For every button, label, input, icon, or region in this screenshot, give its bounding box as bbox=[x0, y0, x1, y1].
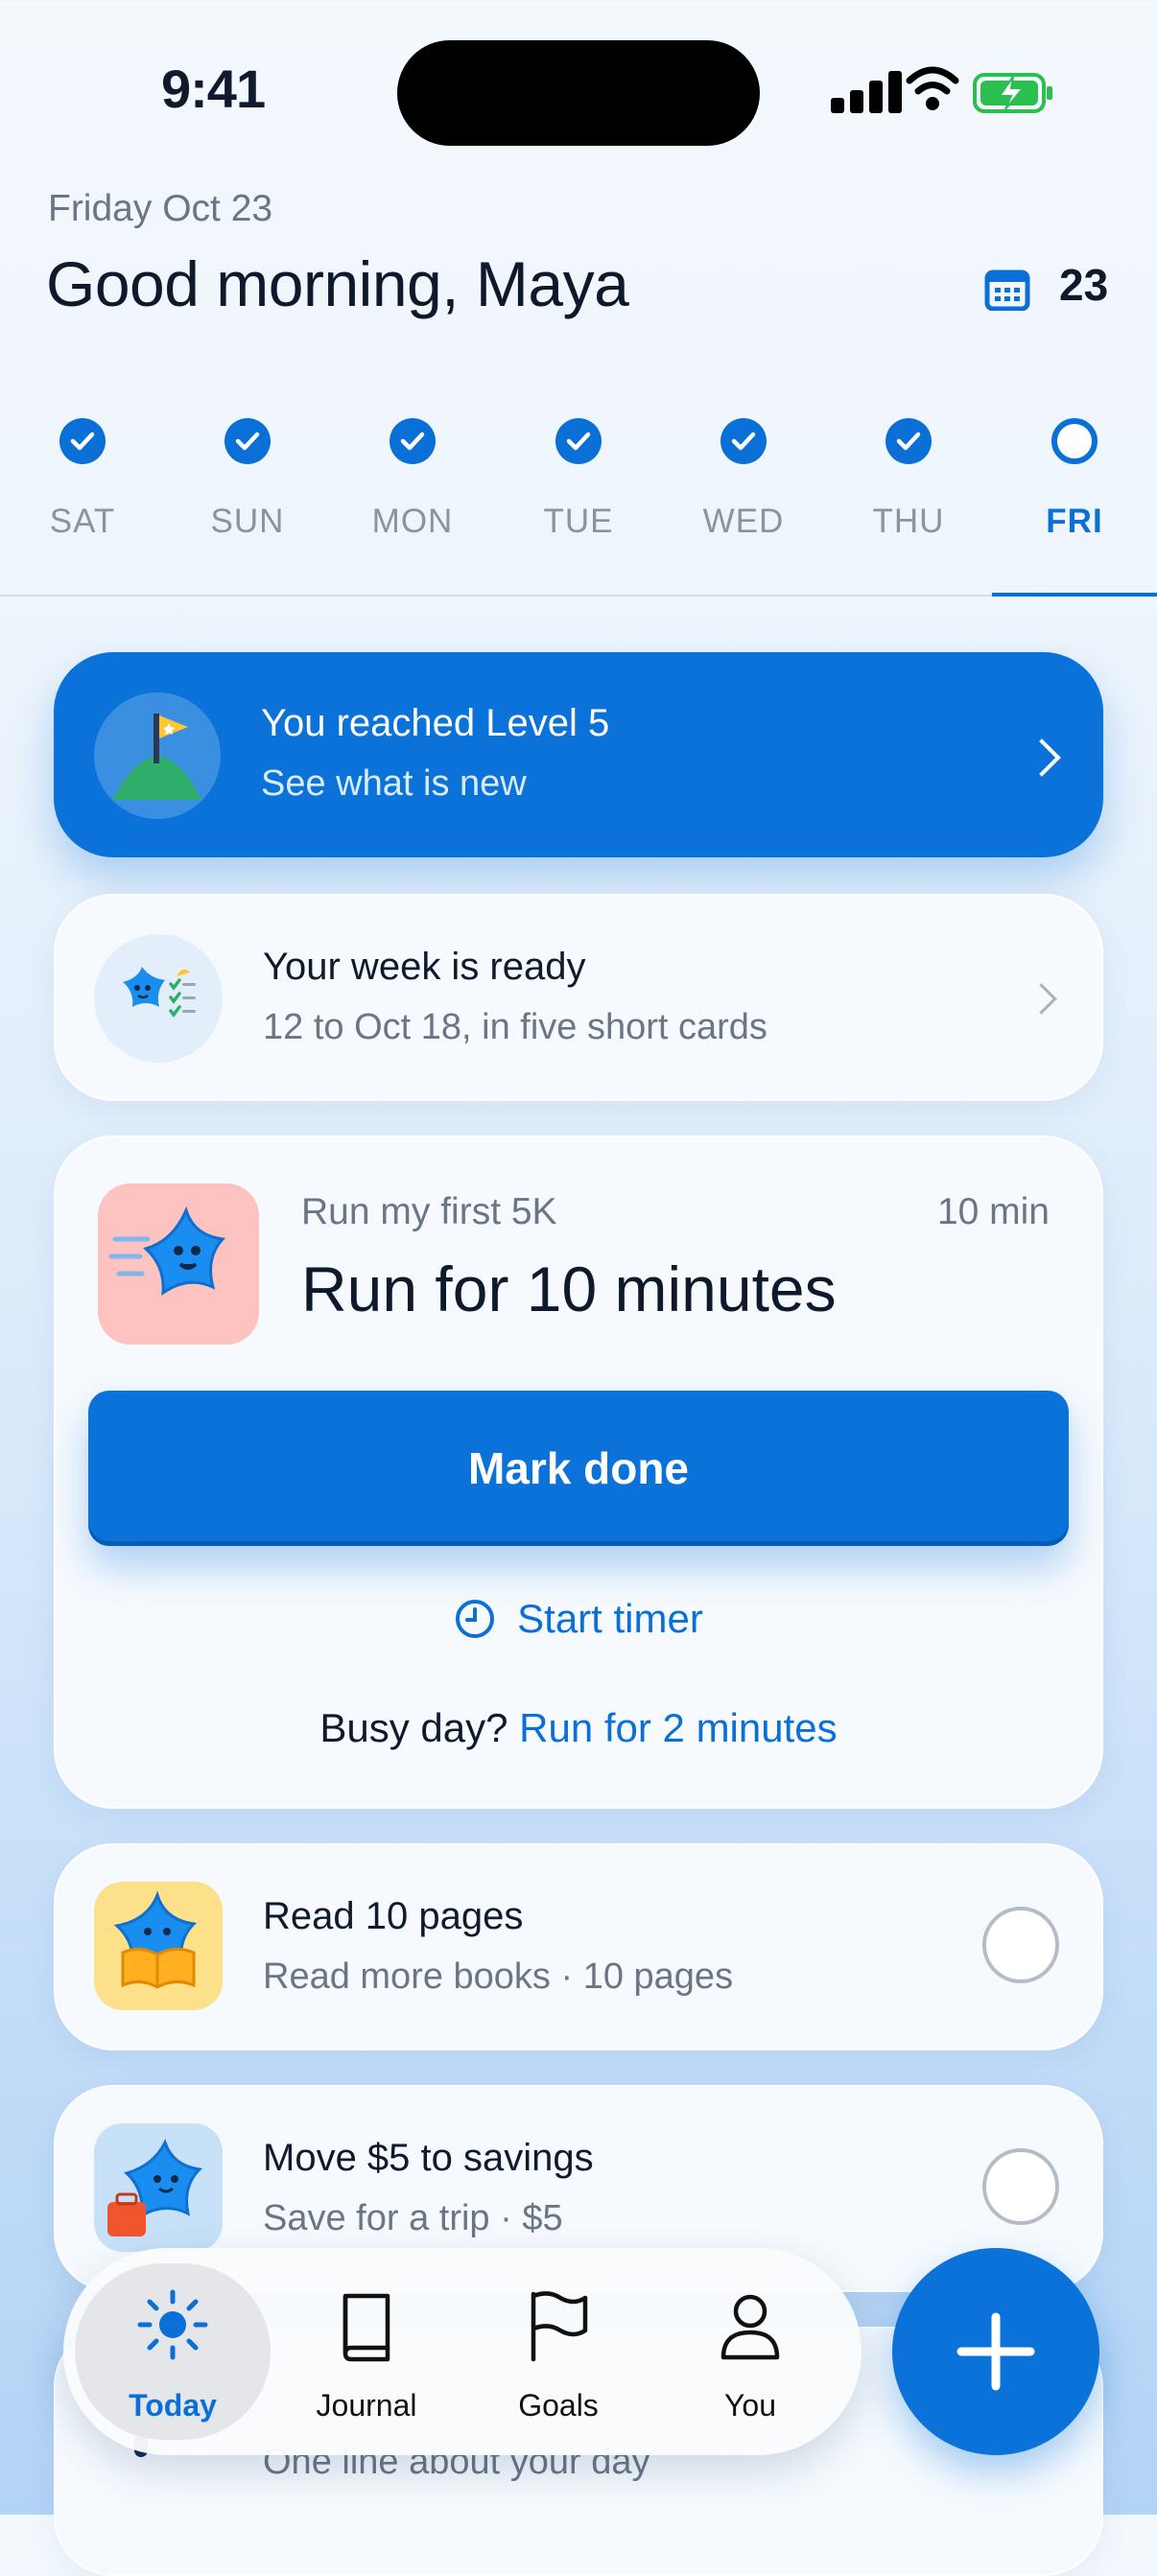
task-card: Run my first 5K 10 min Run for 10 minute… bbox=[54, 1136, 1103, 1809]
day-wed[interactable]: WED bbox=[676, 418, 811, 541]
chevron-right-icon bbox=[1023, 738, 1061, 777]
sun-icon bbox=[137, 2289, 208, 2360]
check-icon bbox=[224, 418, 271, 464]
habit-title: Read 10 pages bbox=[263, 1895, 524, 1937]
start-timer-button[interactable]: Start timer bbox=[56, 1596, 1101, 1642]
star-checklist-icon bbox=[94, 934, 223, 1063]
wifi-icon bbox=[906, 66, 959, 110]
tab-goals[interactable]: Goals bbox=[460, 2263, 656, 2440]
streak-count[interactable]: 23 bbox=[1059, 259, 1108, 311]
task-goal-label: Run my first 5K bbox=[301, 1191, 557, 1232]
tab-label: You bbox=[724, 2388, 776, 2423]
day-sat[interactable]: SAT bbox=[15, 418, 150, 541]
busy-day-prefix: Busy day? bbox=[319, 1705, 508, 1750]
running-star-icon bbox=[98, 1183, 259, 1345]
check-icon bbox=[555, 418, 602, 464]
week-divider bbox=[0, 595, 1157, 597]
day-label: WED bbox=[702, 503, 785, 540]
flag-icon bbox=[531, 2291, 588, 2362]
date-label: Friday Oct 23 bbox=[48, 188, 273, 229]
habit-subtitle: Save for a trip · $5 bbox=[263, 2198, 563, 2238]
tab-label: Journal bbox=[316, 2388, 417, 2423]
level-card-subtitle: See what is new bbox=[261, 763, 527, 804]
check-icon bbox=[59, 418, 106, 464]
day-mon[interactable]: MON bbox=[345, 418, 480, 541]
check-icon bbox=[720, 418, 767, 464]
habit-card-read[interactable]: Read 10 pages Read more books · 10 pages bbox=[54, 1843, 1103, 2050]
task-title: Run for 10 minutes bbox=[301, 1253, 837, 1324]
greeting-title: Good morning, Maya bbox=[46, 248, 629, 319]
person-icon bbox=[720, 2294, 780, 2360]
active-day-indicator bbox=[992, 593, 1157, 597]
day-label: MON bbox=[371, 503, 454, 540]
clock-icon bbox=[456, 1600, 495, 1638]
chevron-right-icon bbox=[1026, 983, 1057, 1015]
habit-subtitle: Read more books · 10 pages bbox=[263, 1956, 734, 1997]
habit-title: Move $5 to savings bbox=[263, 2137, 594, 2179]
day-label: FRI bbox=[1046, 503, 1103, 540]
book-icon bbox=[342, 2293, 390, 2362]
calendar-icon[interactable] bbox=[984, 267, 1030, 311]
tab-label: Today bbox=[129, 2388, 217, 2423]
mark-done-button[interactable]: Mark done bbox=[88, 1391, 1069, 1546]
day-tue[interactable]: TUE bbox=[511, 418, 646, 541]
add-button[interactable] bbox=[892, 2248, 1099, 2455]
day-sun[interactable]: SUN bbox=[180, 418, 315, 541]
habit-complete-toggle[interactable] bbox=[982, 2148, 1059, 2225]
week-ready-card[interactable]: Your week is ready 12 to Oct 18, in five… bbox=[54, 894, 1103, 1101]
level-card-title: You reached Level 5 bbox=[261, 702, 610, 744]
flag-mountain-icon bbox=[94, 692, 221, 819]
tab-journal[interactable]: Journal bbox=[269, 2263, 464, 2440]
tab-bar: Today Journal Goals You bbox=[63, 2248, 862, 2455]
week-card-subtitle: 12 to Oct 18, in five short cards bbox=[263, 1007, 767, 1047]
check-icon bbox=[885, 418, 932, 464]
battery-charging-icon bbox=[973, 73, 1052, 113]
task-duration: 10 min bbox=[936, 1191, 1050, 1232]
suitcase-star-icon bbox=[94, 2123, 223, 2252]
day-label: SUN bbox=[210, 503, 285, 540]
check-icon bbox=[390, 418, 436, 464]
busy-day-line: Busy day? Run for 2 minutes bbox=[56, 1705, 1101, 1751]
tab-today[interactable]: Today bbox=[75, 2263, 271, 2440]
start-timer-label: Start timer bbox=[517, 1596, 703, 1641]
day-label: TUE bbox=[543, 503, 614, 540]
plus-icon bbox=[956, 2312, 1035, 2391]
day-thu[interactable]: THU bbox=[841, 418, 976, 541]
level-card[interactable]: You reached Level 5 See what is new bbox=[54, 652, 1103, 857]
tab-you[interactable]: You bbox=[652, 2263, 848, 2440]
empty-circle-icon bbox=[1051, 418, 1098, 464]
day-label: SAT bbox=[49, 503, 116, 540]
day-label: THU bbox=[872, 503, 945, 540]
week-card-title: Your week is ready bbox=[263, 946, 586, 988]
habit-complete-toggle[interactable] bbox=[982, 1907, 1059, 1983]
day-fri[interactable]: FRI bbox=[1007, 418, 1142, 541]
status-time: 9:41 bbox=[161, 59, 266, 119]
dynamic-island bbox=[397, 40, 760, 146]
tab-label: Goals bbox=[518, 2388, 599, 2423]
reading-star-icon bbox=[94, 1882, 223, 2010]
short-version-link[interactable]: Run for 2 minutes bbox=[519, 1705, 838, 1750]
